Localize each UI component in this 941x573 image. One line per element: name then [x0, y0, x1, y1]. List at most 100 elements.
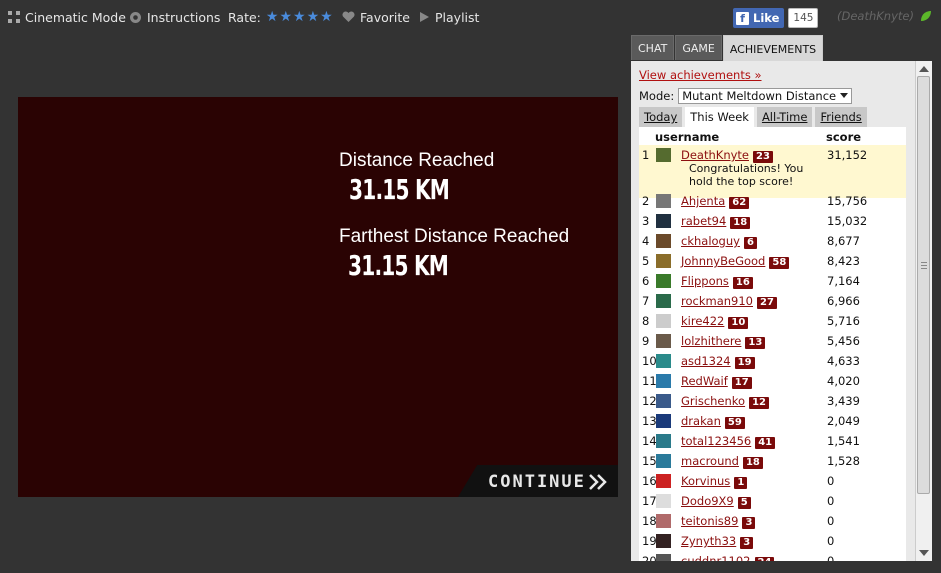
- rating-control[interactable]: Rate: ★ ★ ★ ★ ★: [228, 8, 333, 26]
- facebook-like[interactable]: f Like 145: [733, 8, 819, 28]
- username-link[interactable]: DeathKnyte 23: [681, 148, 773, 163]
- user-avatar[interactable]: [656, 414, 671, 428]
- star-icon[interactable]: ★: [293, 10, 306, 24]
- username-link[interactable]: asd1324 19: [681, 354, 755, 369]
- level-badge: 3: [742, 517, 756, 529]
- user-avatar[interactable]: [656, 194, 671, 208]
- user-avatar[interactable]: [656, 434, 671, 448]
- username-link[interactable]: drakan 59: [681, 414, 745, 429]
- grip-line: [921, 265, 927, 266]
- user-avatar[interactable]: [656, 394, 671, 408]
- scroll-thumb[interactable]: [917, 76, 930, 494]
- score-value: 31,152: [827, 148, 868, 162]
- username-text: DeathKnyte: [681, 148, 749, 162]
- user-avatar[interactable]: [656, 254, 671, 268]
- level-badge: 5: [737, 497, 751, 509]
- user-avatar[interactable]: [656, 234, 671, 248]
- username-column-header: username: [655, 130, 720, 144]
- score-value: 6,966: [827, 294, 860, 308]
- username-link[interactable]: Grischenko 12: [681, 394, 770, 409]
- score-value: 1,528: [827, 454, 860, 468]
- username-link[interactable]: cuddnr110224: [681, 554, 775, 561]
- user-avatar[interactable]: [656, 374, 671, 388]
- user-avatar[interactable]: [656, 474, 671, 488]
- rank-number: 3: [642, 214, 650, 228]
- view-achievements-link[interactable]: View achievements »: [639, 68, 762, 82]
- username-link[interactable]: total123456 41: [681, 434, 776, 449]
- playlist-button[interactable]: Playlist: [419, 8, 479, 26]
- score-value: 0: [827, 554, 835, 561]
- user-avatar[interactable]: [656, 314, 671, 328]
- star-icon[interactable]: ★: [307, 10, 320, 24]
- tab-game[interactable]: GAME: [675, 35, 722, 60]
- tab-this-week[interactable]: This Week: [685, 107, 754, 127]
- username-link[interactable]: Korvinus 1: [681, 474, 748, 489]
- user-avatar[interactable]: [656, 274, 671, 288]
- rank-number: 13: [642, 414, 657, 428]
- panel-scrollbar[interactable]: [915, 61, 932, 561]
- leaderboard-row: 8 kire422 10 5,716: [639, 311, 906, 331]
- username-text: macround: [681, 454, 739, 468]
- user-avatar[interactable]: [656, 494, 671, 508]
- username-link[interactable]: teitonis89 3: [681, 514, 756, 529]
- username-link[interactable]: Flippons 16: [681, 274, 753, 289]
- leaderboard-row: 14 total123456 41 1,541: [639, 431, 906, 451]
- rank-number: 1: [642, 148, 650, 162]
- tab-achievements[interactable]: ACHIEVEMENTS: [722, 35, 824, 62]
- username-link[interactable]: JohnnyBeGood 58: [681, 254, 790, 269]
- username-text: Dodo9X9: [681, 494, 734, 508]
- username-text: rabet94: [681, 214, 727, 228]
- tab-friends[interactable]: Friends: [815, 107, 867, 127]
- gear-icon: [130, 11, 141, 23]
- username-link[interactable]: lolzhithere 13: [681, 334, 766, 349]
- rank-number: 19: [642, 534, 657, 548]
- score-value: 0: [827, 474, 835, 488]
- mode-select[interactable]: Mutant Meltdown Distance: [678, 88, 853, 104]
- username-link[interactable]: rockman910 27: [681, 294, 777, 309]
- user-avatar[interactable]: [656, 454, 671, 468]
- star-icon[interactable]: ★: [279, 10, 292, 24]
- user-avatar[interactable]: [656, 534, 671, 548]
- cinematic-mode-button[interactable]: Cinematic Mode: [8, 8, 126, 26]
- tab-today[interactable]: Today: [639, 107, 683, 127]
- username-link[interactable]: RedWaif 17: [681, 374, 752, 389]
- favorite-button[interactable]: Favorite: [342, 8, 410, 26]
- username-tag[interactable]: (DeathKnyte): [837, 9, 914, 23]
- star-icon[interactable]: ★: [266, 10, 279, 24]
- score-value: 1,541: [827, 434, 860, 448]
- leaderboard-row: 15 macround 18 1,528: [639, 451, 906, 471]
- continue-button[interactable]: CONTINUE: [458, 465, 618, 497]
- instructions-button[interactable]: Instructions: [129, 8, 220, 26]
- level-badge: 13: [745, 337, 766, 349]
- username-text: lolzhithere: [681, 334, 742, 348]
- scroll-up-arrow[interactable]: [919, 66, 929, 72]
- game-canvas[interactable]: Distance Reached 31.15 KM Farthest Dista…: [18, 97, 618, 497]
- level-badge: 19: [734, 357, 755, 369]
- score-value: 5,716: [827, 314, 860, 328]
- tab-chat[interactable]: CHAT: [631, 35, 675, 60]
- star-icon[interactable]: ★: [320, 10, 333, 24]
- like-button[interactable]: f Like: [733, 8, 785, 28]
- rating-stars[interactable]: ★ ★ ★ ★ ★: [266, 10, 333, 24]
- username-link[interactable]: kire422 10: [681, 314, 749, 329]
- user-avatar[interactable]: [656, 148, 671, 162]
- username-link[interactable]: rabet94 18: [681, 214, 751, 229]
- score-value: 4,020: [827, 374, 860, 388]
- tab-all-time[interactable]: All-Time: [756, 107, 813, 127]
- user-avatar[interactable]: [656, 514, 671, 528]
- play-icon: [420, 12, 429, 22]
- like-label: Like: [753, 11, 780, 25]
- rank-number: 20: [642, 554, 657, 561]
- username-link[interactable]: Dodo9X9 5: [681, 494, 751, 509]
- user-avatar[interactable]: [656, 554, 671, 561]
- username-link[interactable]: macround 18: [681, 454, 763, 469]
- username-link[interactable]: ckhaloguy 6: [681, 234, 757, 249]
- user-avatar[interactable]: [656, 354, 671, 368]
- level-badge: 59: [724, 417, 745, 429]
- user-avatar[interactable]: [656, 294, 671, 308]
- user-avatar[interactable]: [656, 214, 671, 228]
- username-link[interactable]: Zynyth33 3: [681, 534, 754, 549]
- user-avatar[interactable]: [656, 334, 671, 348]
- username-link[interactable]: Ahjenta 62: [681, 194, 750, 209]
- scroll-down-arrow[interactable]: [919, 550, 929, 556]
